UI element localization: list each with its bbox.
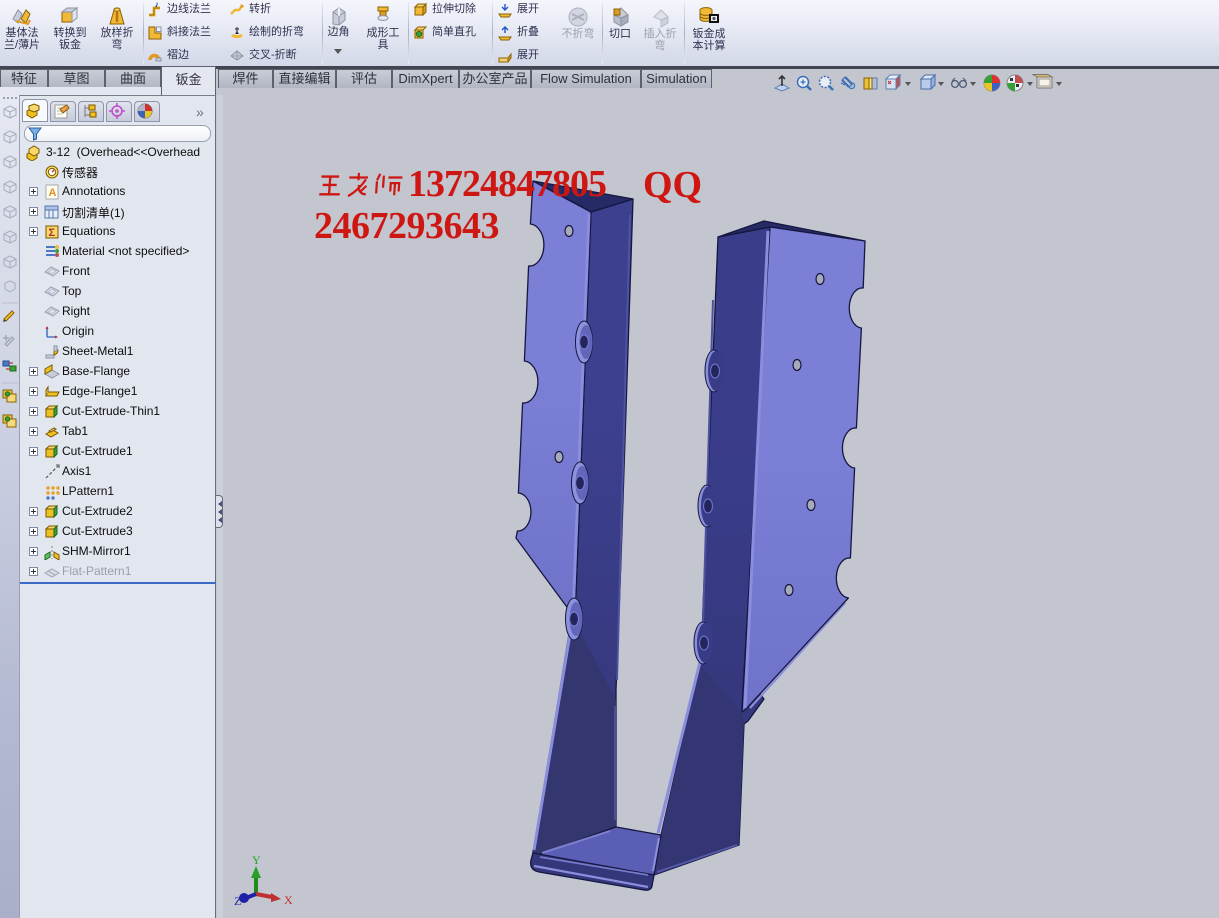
svg-text:Z: Z (234, 894, 241, 908)
svg-text:Y: Y (252, 853, 261, 867)
svg-text:X: X (284, 893, 293, 907)
